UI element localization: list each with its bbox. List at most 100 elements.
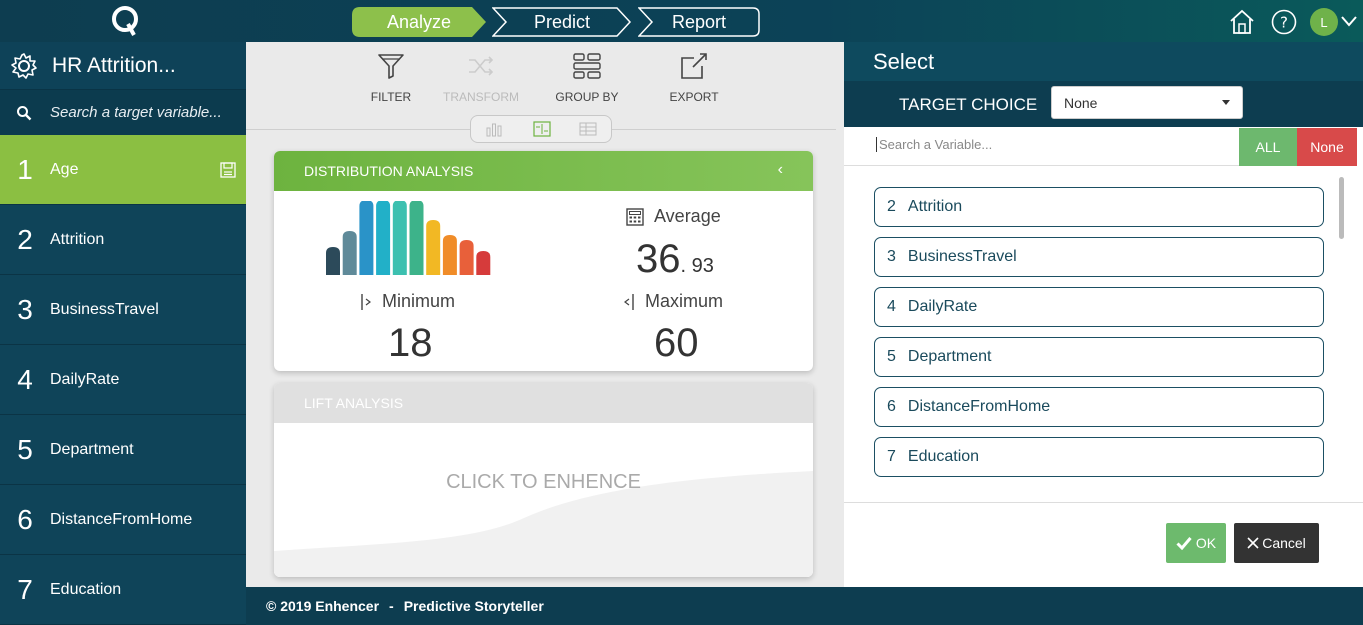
calculator-icon [626, 207, 644, 226]
select-all-button[interactable]: ALL [1239, 128, 1297, 166]
app-logo-icon[interactable] [110, 4, 142, 38]
maximum-value: 60 [654, 321, 699, 365]
average-value: 36. 93 [636, 237, 714, 282]
click-to-enhence-button[interactable]: CLICK TO ENHENCE [274, 471, 813, 494]
sidebar-item-attrition[interactable]: 2 Attrition [0, 205, 246, 275]
target-choice-value: None [1064, 94, 1098, 111]
variable-item-department[interactable]: 5 Department [874, 337, 1324, 377]
transform-button[interactable]: TRANSFORM [436, 52, 526, 104]
sidebar-item-age[interactable]: 1 Age [0, 135, 246, 205]
ok-button[interactable]: OK [1166, 523, 1226, 563]
sidebar-item-businesstravel[interactable]: 3 BusinessTravel [0, 275, 246, 345]
variable-label: Attrition [907, 198, 963, 215]
shuffle-icon [469, 56, 494, 76]
step-report-label: Report [671, 11, 727, 32]
sidebar-item-label: Attrition [50, 230, 105, 248]
target-variable-search[interactable]: Search a target variable... [0, 90, 246, 135]
target-choice-select[interactable]: None [1051, 86, 1243, 119]
chevron-left-icon[interactable]: ‹ [778, 161, 783, 179]
variable-number: 7 [887, 448, 896, 465]
copyright-text: © 2019 Enhencer [266, 598, 380, 614]
search-icon [17, 105, 32, 120]
sidebar-item-distancefromhome[interactable]: 6 DistanceFromHome [0, 485, 246, 555]
variable-item-businesstravel[interactable]: 3 BusinessTravel [874, 237, 1324, 277]
variable-list-scrollbar[interactable] [1339, 177, 1344, 239]
view-toggle [470, 115, 612, 143]
export-button[interactable]: EXPORT [649, 52, 739, 104]
step-report[interactable]: Report [638, 7, 760, 37]
distribution-bar [376, 201, 391, 275]
target-choice-label: TARGET CHOICE [899, 95, 1038, 114]
sidebar-item-label: Education [50, 580, 122, 598]
maximum-label-text: Maximum [645, 291, 724, 311]
sidebar-item-number: 2 [17, 223, 33, 255]
footer-separator: - [389, 598, 394, 614]
variable-item-education[interactable]: 7 Education [874, 437, 1324, 477]
variable-label: DailyRate [907, 298, 978, 315]
workflow-steps: Analyze Predict Report [352, 7, 760, 37]
variable-label: Education [907, 448, 980, 465]
distribution-bar [409, 201, 424, 275]
step-predict-label: Predict [533, 11, 591, 32]
user-avatar[interactable]: L [1310, 8, 1338, 36]
search-underline [844, 165, 1239, 166]
minimum-label-text: Minimum [382, 291, 456, 311]
distribution-bar [326, 247, 340, 275]
sidebar-item-education[interactable]: 7 Education [0, 555, 246, 625]
group-icon [573, 53, 601, 79]
lift-analysis-body: CLICK TO ENHENCE [274, 423, 813, 577]
variable-number: 6 [887, 398, 896, 415]
distribution-bar [459, 240, 474, 275]
step-analyze-label: Analyze [386, 11, 452, 32]
save-icon[interactable] [220, 162, 236, 178]
sidebar-item-number: 7 [17, 573, 33, 605]
lift-analysis-header: LIFT ANALYSIS [274, 383, 813, 423]
minimum-label: Minimum [360, 291, 455, 312]
help-icon[interactable]: ? [1271, 9, 1297, 35]
lift-analysis-card[interactable]: LIFT ANALYSIS CLICK TO ENHENCE [274, 383, 813, 577]
variable-label: Department [907, 348, 992, 365]
variable-item-dailyrate[interactable]: 4 DailyRate [874, 287, 1324, 327]
analysis-area: FILTER TRANSFORM GROUP BY EXPORT DISTRIB… [246, 42, 844, 587]
average-label: Average [626, 206, 721, 227]
sidebar-item-label: DailyRate [50, 370, 120, 388]
sidebar-item-label: Age [50, 160, 79, 178]
bar-chart-icon[interactable] [485, 121, 503, 137]
variable-list: 2 Attrition 3 BusinessTravel 4 DailyRate… [874, 187, 1324, 487]
sidebar-item-number: 4 [17, 363, 33, 395]
sidebar-item-department[interactable]: 5 Department [0, 415, 246, 485]
variable-item-attrition[interactable]: 2 Attrition [874, 187, 1324, 227]
distribution-analysis-header[interactable]: DISTRIBUTION ANALYSIS ‹ [274, 151, 813, 191]
sidebar-item-dailyrate[interactable]: 4 DailyRate [0, 345, 246, 415]
variable-item-distancefromhome[interactable]: 6 DistanceFromHome [874, 387, 1324, 427]
minimum-value: 18 [388, 321, 433, 365]
export-icon [681, 53, 707, 79]
stats-icon[interactable] [533, 121, 551, 137]
step-predict[interactable]: Predict [492, 7, 632, 37]
select-none-button[interactable]: None [1297, 128, 1357, 166]
table-icon[interactable] [579, 121, 597, 137]
panel-divider [844, 502, 1363, 503]
sidebar-item-number: 5 [17, 433, 33, 465]
distribution-bars [326, 201, 491, 275]
gear-icon[interactable] [10, 52, 38, 80]
chevron-down-icon[interactable] [1340, 14, 1358, 28]
max-bound-icon [624, 293, 634, 310]
step-analyze[interactable]: Analyze [352, 7, 486, 37]
distribution-bar [476, 251, 491, 275]
caret-down-icon [1222, 100, 1230, 105]
filter-button[interactable]: FILTER [346, 52, 436, 104]
distribution-bar [392, 201, 407, 275]
average-value-int: 36 [636, 237, 681, 281]
lift-curve-placeholder [274, 471, 813, 577]
ok-label: OK [1195, 535, 1217, 551]
variable-number: 5 [887, 348, 896, 365]
variable-search-placeholder: Search a Variable... [876, 137, 992, 152]
target-choice-row: TARGET CHOICE None [844, 81, 1363, 127]
distribution-analysis-title: DISTRIBUTION ANALYSIS [304, 163, 474, 179]
average-label-text: Average [654, 206, 721, 226]
cancel-button[interactable]: Cancel [1234, 523, 1319, 563]
variable-number: 4 [887, 298, 896, 315]
group-by-button[interactable]: GROUP BY [542, 52, 632, 104]
home-icon[interactable] [1229, 9, 1255, 35]
